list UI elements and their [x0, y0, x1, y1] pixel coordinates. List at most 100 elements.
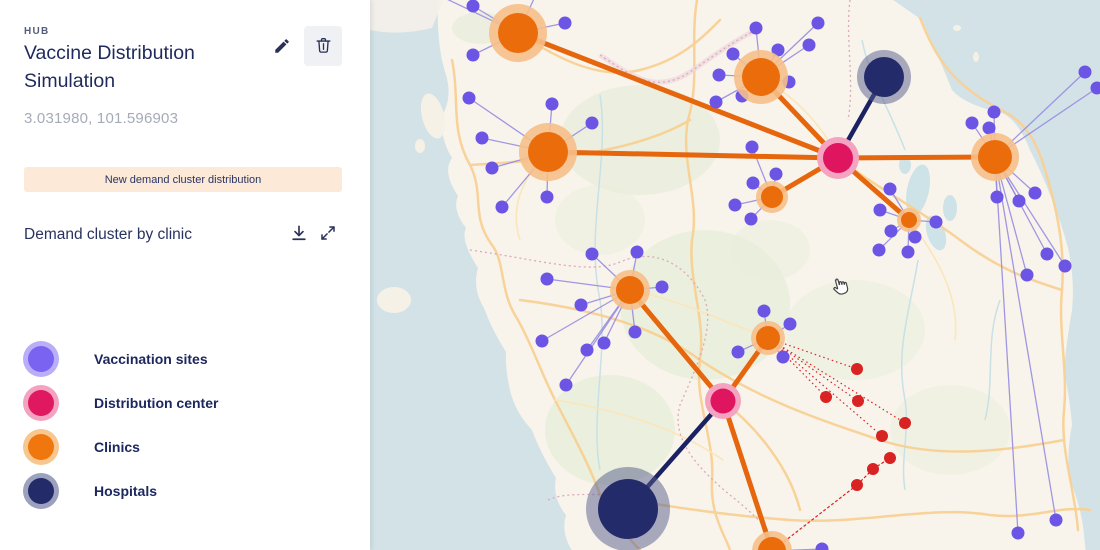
legend-item-clinics[interactable]: Clinics [24, 425, 342, 469]
legend-item-distribution-center[interactable]: Distribution center [24, 381, 342, 425]
demand-point-dot[interactable] [884, 452, 896, 464]
vaccination-site-dot[interactable] [930, 216, 943, 229]
demand-point-dot[interactable] [820, 391, 832, 403]
vaccination-site-dot[interactable] [803, 39, 816, 52]
vaccination-site-dot[interactable] [656, 281, 669, 294]
vaccination-site-dot[interactable] [541, 191, 554, 204]
vaccination-site-dot[interactable] [988, 106, 1001, 119]
clinic-node[interactable] [742, 58, 780, 96]
demand-point-dot[interactable] [852, 395, 864, 407]
vaccination-site-dot[interactable] [629, 326, 642, 339]
vaccination-site-dot[interactable] [586, 248, 599, 261]
vaccination-site-dot[interactable] [873, 244, 886, 257]
vaccination-site-dot[interactable] [770, 168, 783, 181]
hospital-node[interactable] [598, 479, 658, 539]
clinic-node[interactable] [498, 13, 538, 53]
vaccination-site-dot[interactable] [546, 98, 559, 111]
pencil-icon [273, 43, 291, 58]
hospitals-swatch [28, 478, 54, 504]
vaccination-site-dot[interactable] [747, 177, 760, 190]
vaccination-site-dot[interactable] [631, 246, 644, 259]
clinic-node[interactable] [901, 212, 917, 228]
delete-button[interactable] [304, 26, 342, 66]
vaccination-site-dot[interactable] [966, 117, 979, 130]
vaccination-site-dot[interactable] [983, 122, 996, 135]
vaccination-site-dot[interactable] [710, 96, 723, 109]
demand-section-header: Demand cluster by clinic [24, 218, 342, 251]
vaccination-site-dot[interactable] [745, 213, 758, 226]
edit-button[interactable] [268, 32, 296, 63]
demand-point-dot[interactable] [876, 430, 888, 442]
vaccination-site-dot[interactable] [1012, 527, 1025, 540]
map-canvas[interactable] [370, 0, 1100, 550]
legend-label-distribution-center: Distribution center [94, 395, 218, 411]
hub-text: HUB Vaccine Distribution Simulation [24, 26, 268, 95]
vaccination-site-dot[interactable] [1013, 195, 1026, 208]
legend: Vaccination sites Distribution center Clin… [24, 337, 342, 513]
hospital-node[interactable] [864, 57, 904, 97]
vaccination-site-dot[interactable] [486, 162, 499, 175]
notification-banner[interactable]: New demand cluster distribution [24, 167, 342, 192]
vaccination-site-dot[interactable] [885, 225, 898, 238]
distribution-center-node[interactable] [823, 143, 853, 173]
clinics-swatch [28, 434, 54, 460]
vaccination-site-dot[interactable] [874, 204, 887, 217]
trash-icon [314, 35, 333, 58]
vaccination-site-dot[interactable] [1041, 248, 1054, 261]
legend-item-vaccination-sites[interactable]: Vaccination sites [24, 337, 342, 381]
vaccination-site-dot[interactable] [746, 141, 759, 154]
demand-point-dot[interactable] [899, 417, 911, 429]
vaccination-site-dot[interactable] [1059, 260, 1072, 273]
vaccination-site-dot[interactable] [586, 117, 599, 130]
legend-item-hospitals[interactable]: Hospitals [24, 469, 342, 513]
clinic-node[interactable] [528, 132, 568, 172]
vaccination-site-dot[interactable] [467, 49, 480, 62]
vaccination-site-dot[interactable] [581, 344, 594, 357]
section-title: Demand cluster by clinic [24, 226, 284, 244]
vaccination-site-dot[interactable] [713, 69, 726, 82]
vaccination-site-dot[interactable] [476, 132, 489, 145]
demand-point-dot[interactable] [851, 479, 863, 491]
vaccination-site-dot[interactable] [902, 246, 915, 259]
vaccination-site-dot[interactable] [541, 273, 554, 286]
vaccination-site-dot[interactable] [463, 92, 476, 105]
vaccination-site-dot[interactable] [559, 17, 572, 30]
vaccination-site-dot[interactable] [575, 299, 588, 312]
distribution-center-node[interactable] [711, 389, 736, 414]
vaccination-site-dot[interactable] [784, 318, 797, 331]
vaccination-site-dot[interactable] [732, 346, 745, 359]
vaccination-site-dot[interactable] [884, 183, 897, 196]
hub-coordinates: 3.031980, 101.596903 [24, 110, 342, 127]
vaccination-site-dot[interactable] [467, 0, 480, 13]
vaccination-site-dot[interactable] [1079, 66, 1092, 79]
vaccination-site-dot[interactable] [729, 199, 742, 212]
vaccination-site-dot[interactable] [1029, 187, 1042, 200]
map-base-layer [370, 0, 1100, 550]
distribution-center-swatch [28, 390, 54, 416]
vaccination-sites-swatch [28, 346, 54, 372]
vaccination-site-dot[interactable] [496, 201, 509, 214]
expand-button[interactable] [314, 219, 342, 250]
download-button[interactable] [284, 218, 314, 251]
clinic-node[interactable] [756, 326, 780, 350]
demand-point-dot[interactable] [867, 463, 879, 475]
vaccination-site-dot[interactable] [991, 191, 1004, 204]
page-title: Vaccine Distribution Simulation [24, 40, 239, 95]
vaccination-site-dot[interactable] [1021, 269, 1034, 282]
vaccine-simulation-app: HUB Vaccine Distribution Simulation 3.03… [0, 0, 1100, 550]
vaccination-site-dot[interactable] [909, 231, 922, 244]
vaccination-site-dot[interactable] [727, 48, 740, 61]
vaccination-site-dot[interactable] [758, 305, 771, 318]
banner-text: New demand cluster distribution [105, 174, 262, 186]
vaccination-site-dot[interactable] [777, 351, 790, 364]
vaccination-site-dot[interactable] [598, 337, 611, 350]
vaccination-site-dot[interactable] [1050, 514, 1063, 527]
vaccination-site-dot[interactable] [750, 22, 763, 35]
clinic-node[interactable] [616, 276, 644, 304]
vaccination-site-dot[interactable] [536, 335, 549, 348]
vaccination-site-dot[interactable] [560, 379, 573, 392]
demand-point-dot[interactable] [851, 363, 863, 375]
clinic-node[interactable] [978, 140, 1012, 174]
vaccination-site-dot[interactable] [812, 17, 825, 30]
clinic-node[interactable] [761, 186, 783, 208]
